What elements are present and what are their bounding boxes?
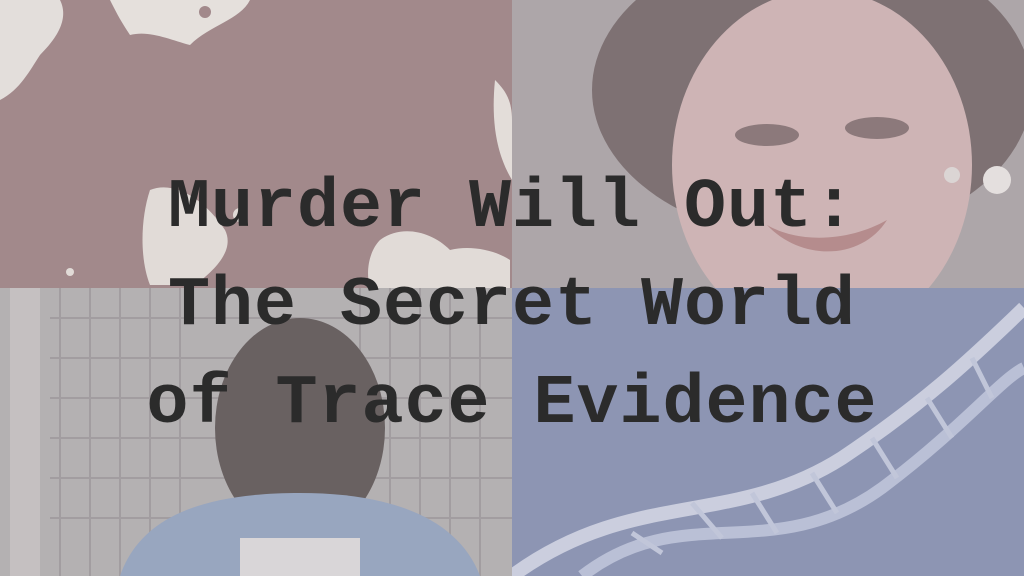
title-text: Murder Will Out: The Secret World of Tra…: [0, 160, 1024, 454]
title-card: Murder Will Out: The Secret World of Tra…: [0, 0, 1024, 576]
title-line-3: of Trace Evidence: [146, 365, 878, 444]
title-line-2: The Secret World: [167, 267, 857, 346]
title-line-1: Murder Will Out:: [167, 169, 857, 248]
